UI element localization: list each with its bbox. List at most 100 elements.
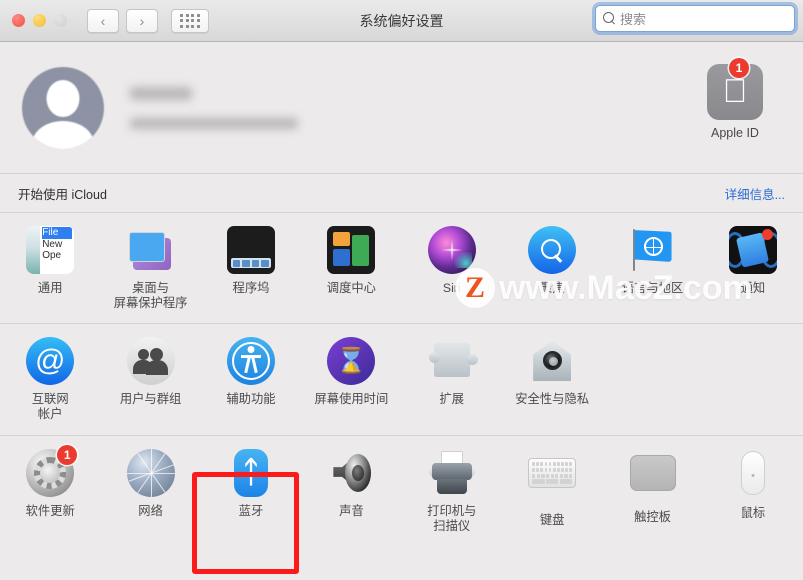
pref-bluetooth[interactable]: ᛏ 蓝牙: [201, 449, 301, 549]
pref-label: 蓝牙: [238, 504, 264, 518]
language-region-icon: [629, 226, 677, 274]
pref-label: 通知: [740, 281, 766, 295]
keyboard-icon-wrap: [528, 458, 577, 506]
pref-label: 通用: [37, 281, 63, 295]
pref-spotlight[interactable]: 聚焦: [502, 226, 602, 323]
account-text: [130, 86, 298, 129]
pref-language-region[interactable]: 语言与地区: [602, 226, 702, 323]
printers-scanners-icon: [428, 449, 476, 497]
avatar-head: [46, 79, 80, 117]
trackpad-icon-wrap: [629, 455, 677, 503]
zoom-button: [54, 14, 67, 27]
window-titlebar: ‹ › 系统偏好设置 搜索: [0, 0, 803, 42]
software-update-icon: 1: [26, 445, 78, 497]
pref-notifications[interactable]: 通知: [703, 226, 803, 323]
chevron-right-icon: ›: [139, 12, 145, 29]
preference-row-3: 1 软件更新 网络 ᛏ 蓝牙 声音 打印机与 扫描仪 键盘 触控板 鼠标: [0, 435, 803, 549]
grid-dots-icon: [180, 13, 200, 28]
apple-id-label: Apple ID: [711, 126, 759, 140]
pref-label: Siri: [442, 281, 461, 295]
account-email-redacted: [130, 117, 298, 129]
pref-desktop-screensaver[interactable]: 桌面与 屏幕保护程序: [100, 226, 200, 323]
pref-general[interactable]: File New Ope 通用: [0, 226, 100, 323]
search-input[interactable]: 搜索: [595, 5, 795, 32]
software-update-badge: 1: [57, 445, 78, 465]
hourglass-glyph: ⌛: [335, 346, 367, 375]
pref-label: 软件更新: [25, 504, 75, 518]
pref-label: 语言与地区: [621, 281, 684, 295]
keyboard-icon: [528, 458, 577, 488]
forward-button[interactable]: ›: [126, 8, 158, 33]
bluetooth-icon: ᛏ: [233, 449, 268, 497]
pref-label: 触控板: [634, 510, 671, 524]
search-placeholder: 搜索: [620, 12, 647, 27]
bluetooth-glyph: ᛏ: [241, 456, 260, 489]
pref-label: 桌面与 屏幕保护程序: [113, 281, 188, 310]
pref-label: 屏幕使用时间: [314, 392, 389, 406]
preference-row-1: File New Ope 通用 桌面与 屏幕保护程序 程序坞 调度中心 Siri…: [0, 213, 803, 323]
pref-accessibility[interactable]: 辅助功能: [201, 337, 301, 435]
pref-label: 用户与群组: [119, 392, 182, 406]
avatar-body: [32, 120, 94, 149]
pref-label: 键盘: [539, 513, 565, 527]
icloud-lead-text: 开始使用 iCloud: [18, 187, 107, 202]
pref-label: 打印机与 扫描仪: [427, 504, 477, 533]
apple-glyph: : [723, 74, 748, 107]
network-icon: [126, 449, 175, 497]
pref-printers-scanners[interactable]: 打印机与 扫描仪: [402, 449, 502, 549]
pref-mission-control[interactable]: 调度中心: [301, 226, 401, 323]
pref-extensions[interactable]: 扩展: [402, 337, 502, 435]
account-name-redacted: [130, 86, 192, 100]
pref-mouse[interactable]: 鼠标: [703, 449, 803, 549]
spotlight-icon: [528, 226, 577, 274]
pref-keyboard[interactable]: 键盘: [502, 449, 602, 549]
pref-screen-time[interactable]: ⌛ 屏幕使用时间: [301, 337, 401, 435]
navigation-buttons: ‹ ›: [87, 8, 158, 33]
desktop-icon: [127, 226, 175, 274]
apple-id-pane[interactable]:  1 Apple ID: [687, 58, 783, 140]
mission-control-icon: [327, 226, 376, 274]
general-icon: File New Ope: [26, 226, 75, 274]
search-field-container: 搜索: [592, 2, 798, 35]
mouse-icon-wrap: [729, 451, 777, 499]
pref-software-update[interactable]: 1 软件更新: [0, 445, 100, 549]
pref-label: 声音: [339, 504, 364, 518]
pref-security-privacy[interactable]: 安全性与隐私: [502, 337, 602, 435]
pref-internet-accounts[interactable]: @ 互联网 帐户: [0, 337, 100, 435]
dock-icon: [226, 226, 275, 274]
back-button[interactable]: ‹: [87, 8, 119, 33]
mouse-icon: [740, 451, 765, 495]
pref-label: 调度中心: [326, 281, 376, 295]
pref-label: 鼠标: [740, 506, 766, 520]
pref-label: 互联网 帐户: [31, 392, 69, 421]
pref-label: 扩展: [439, 392, 465, 406]
users-groups-icon: [126, 337, 175, 385]
sound-icon: [327, 449, 375, 497]
icloud-strip: 开始使用 iCloud 详细信息...: [0, 174, 803, 213]
notifications-icon: [728, 226, 777, 274]
pref-label: 聚焦: [539, 281, 565, 295]
close-button[interactable]: [12, 14, 25, 27]
show-all-button[interactable]: [171, 8, 209, 33]
extensions-icon: [428, 337, 478, 385]
apple-id-badge: 1: [729, 58, 749, 78]
security-privacy-icon: [528, 337, 576, 385]
preference-row-2: @ 互联网 帐户 用户与群组 辅助功能 ⌛ 屏幕使用时间 扩展 安全性与隐私: [0, 323, 803, 435]
search-icon: [603, 12, 616, 25]
pref-label: 程序坞: [232, 281, 270, 295]
pref-dock[interactable]: 程序坞: [201, 226, 301, 323]
minimize-button[interactable]: [33, 14, 46, 27]
avatar[interactable]: [22, 66, 104, 149]
pref-network[interactable]: 网络: [100, 449, 200, 549]
screen-time-icon: ⌛: [327, 337, 376, 385]
pref-sound[interactable]: 声音: [301, 449, 401, 549]
pref-siri[interactable]: Siri: [402, 226, 502, 323]
pref-label: 辅助功能: [226, 392, 276, 406]
pref-users-groups[interactable]: 用户与群组: [100, 337, 200, 435]
traffic-light-group: [12, 14, 67, 27]
apple-logo-icon:  1: [707, 58, 763, 120]
pref-trackpad[interactable]: 触控板: [602, 449, 702, 549]
icloud-details-link[interactable]: 详细信息...: [725, 184, 785, 203]
system-preferences-window: ‹ › 系统偏好设置 搜索 1 Apple ID 开始使用 iCloud 详细信…: [0, 0, 803, 580]
pref-label: 网络: [138, 504, 163, 518]
